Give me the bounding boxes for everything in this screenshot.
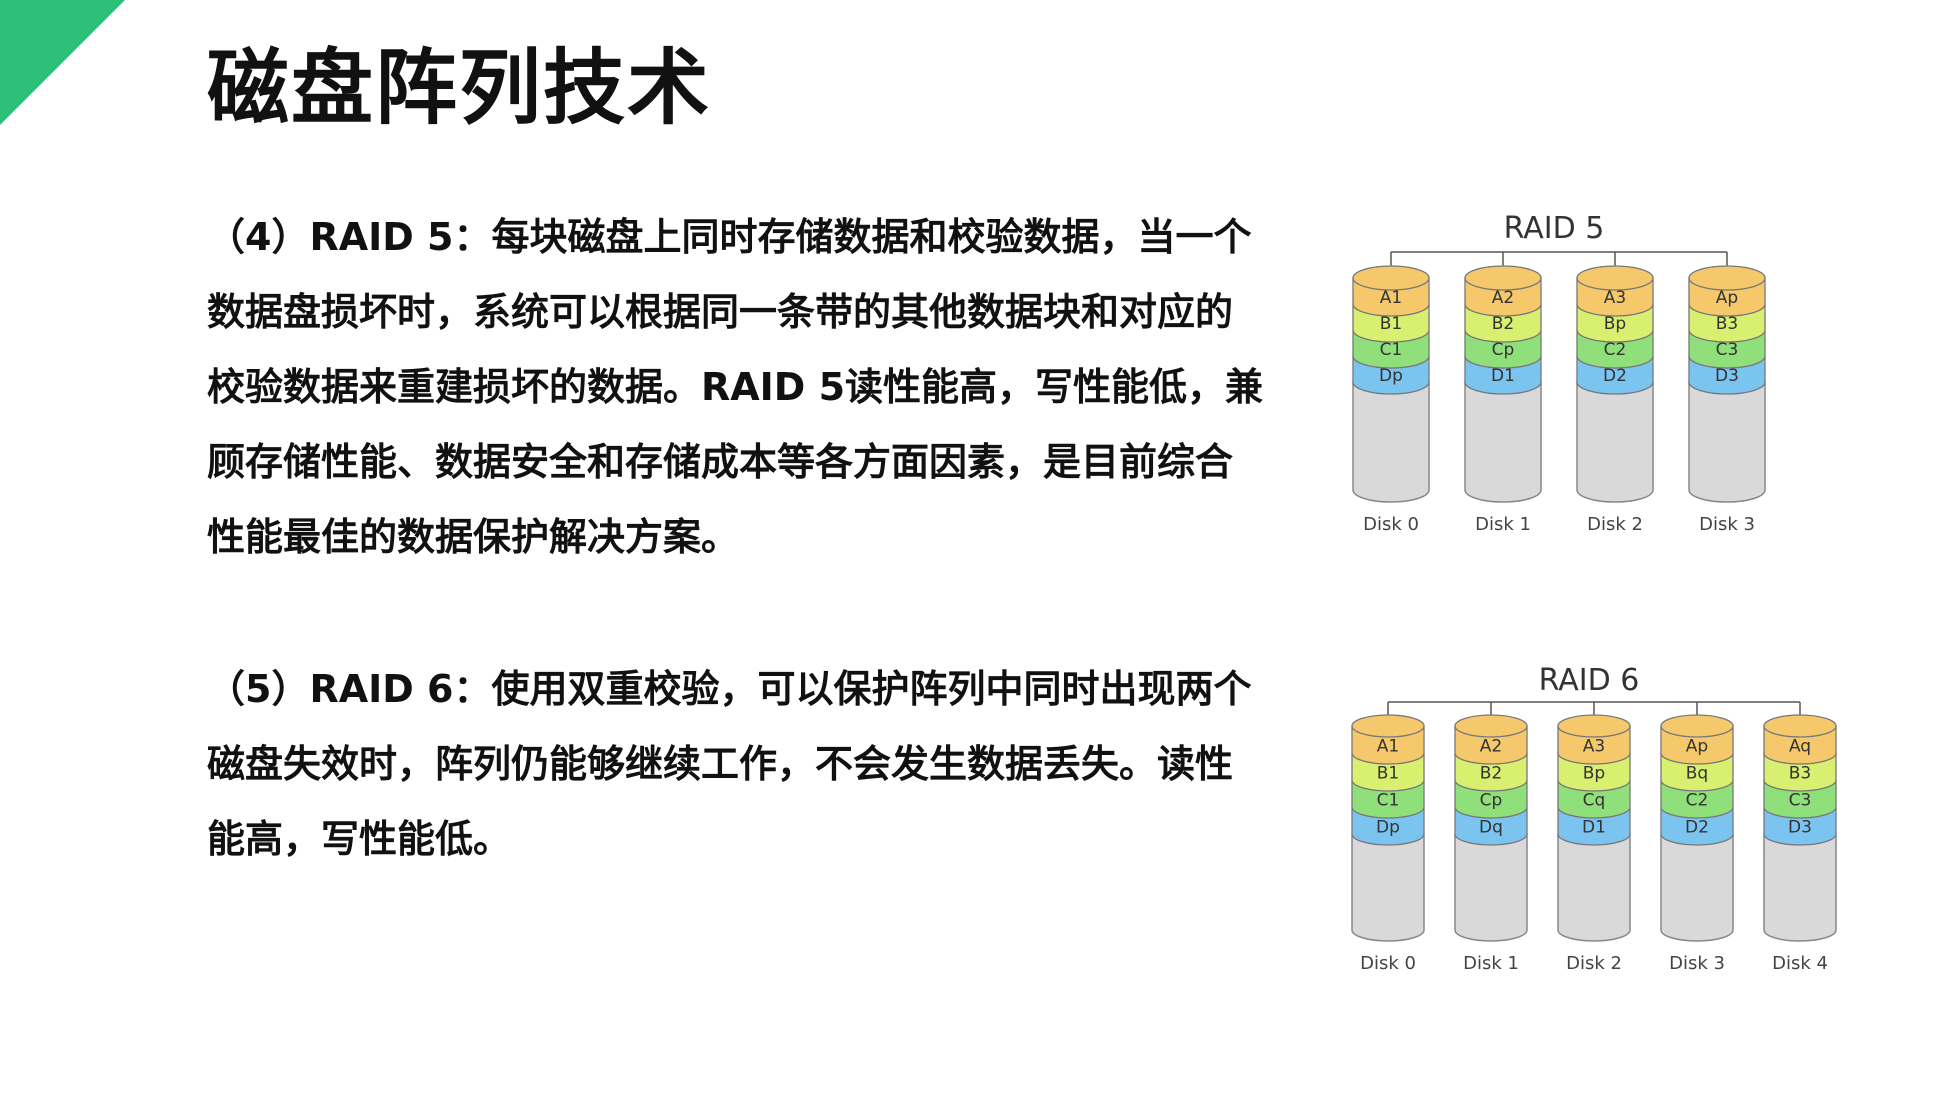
- disk-top-cap: [1576, 265, 1654, 291]
- disk-label: Disk 2: [1566, 953, 1622, 974]
- disk-label: Disk 1: [1475, 514, 1531, 535]
- disk-top-cap: [1351, 714, 1425, 738]
- block-label: A3: [1604, 288, 1626, 308]
- raid5-diagram: RAID 5 Dp C1 B1 A1 Disk 0 D1 Cp B2 A2 Disk 1 D2 C2 Bp…: [1352, 211, 1766, 535]
- block-label: D3: [1788, 818, 1812, 838]
- disk-body: [1464, 381, 1542, 503]
- block-label: A2: [1480, 737, 1502, 757]
- block-label: B1: [1380, 314, 1402, 334]
- block-label: A2: [1492, 288, 1514, 308]
- block-label: C3: [1716, 340, 1739, 360]
- block-label: Cp: [1480, 791, 1503, 811]
- block-label: Bp: [1583, 764, 1605, 784]
- raid6-disk-4: D3 C3 B3 Aq Disk 4: [1763, 702, 1837, 974]
- disk-top-cap: [1763, 714, 1837, 738]
- raid5-description: （4）RAID 5：每块磁盘上同时存储数据和校验数据，当一个数据盘损坏时，系统可…: [207, 215, 1264, 559]
- disk-top-cap: [1352, 265, 1430, 291]
- disk-label: Disk 4: [1772, 953, 1828, 974]
- block-label: C1: [1377, 791, 1400, 811]
- disk-label: Disk 3: [1669, 953, 1725, 974]
- raid6-disk-3: D2 C2 Bq Ap Disk 3: [1660, 702, 1734, 974]
- block-label: A1: [1380, 288, 1402, 308]
- disk-body: [1688, 381, 1766, 503]
- disk-body: [1351, 833, 1425, 942]
- disk-top-cap: [1557, 714, 1631, 738]
- raid6-disk-0: Dp C1 B1 A1 Disk 0: [1351, 702, 1425, 974]
- raid5-disk-1: D1 Cp B2 A2 Disk 1: [1464, 252, 1542, 535]
- block-label: B3: [1789, 764, 1811, 784]
- raid5-disk-3: D3 C3 B3 Ap Disk 3: [1688, 252, 1766, 535]
- corner-accent: [0, 0, 125, 125]
- block-label: Aq: [1789, 737, 1811, 757]
- raid6-description: （5）RAID 6：使用双重校验，可以保护阵列中同时出现两个磁盘失效时，阵列仍能…: [207, 667, 1252, 861]
- raid6-diagram: RAID 6 Dp C1 B1 A1 Disk 0 Dq Cp B2 A2 Disk 1 D1 Cq Bp…: [1351, 663, 1837, 974]
- block-label: C2: [1604, 340, 1627, 360]
- disk-label: Disk 2: [1587, 514, 1643, 535]
- block-label: Cq: [1583, 791, 1606, 811]
- block-label: D2: [1685, 818, 1709, 838]
- raid6-title: RAID 6: [1539, 663, 1640, 698]
- block-label: D1: [1582, 818, 1606, 838]
- disk-label: Disk 0: [1360, 953, 1416, 974]
- raid6-disk-1: Dq Cp B2 A2 Disk 1: [1454, 702, 1528, 974]
- disk-body: [1557, 833, 1631, 942]
- disk-body: [1763, 833, 1837, 942]
- block-label: Ap: [1686, 737, 1708, 757]
- corner-accent-triangle: [0, 0, 125, 125]
- block-label: C1: [1380, 340, 1403, 360]
- block-label: Bq: [1686, 764, 1708, 784]
- block-label: B2: [1480, 764, 1502, 784]
- disk-top-cap: [1660, 714, 1734, 738]
- disk-body: [1454, 833, 1528, 942]
- block-label: Dq: [1479, 818, 1503, 838]
- disk-top-cap: [1464, 265, 1542, 291]
- raid5-title: RAID 5: [1504, 211, 1605, 246]
- block-label: C2: [1686, 791, 1709, 811]
- block-label: Bp: [1604, 314, 1626, 334]
- raid5-disk-0: Dp C1 B1 A1 Disk 0: [1352, 252, 1430, 535]
- block-label: Dp: [1379, 366, 1403, 386]
- block-label: A3: [1583, 737, 1605, 757]
- block-label: B2: [1492, 314, 1514, 334]
- slide-title: 磁盘阵列技术: [207, 41, 712, 136]
- raid5-disk-2: D2 C2 Bp A3 Disk 2: [1576, 252, 1654, 535]
- disk-body: [1576, 381, 1654, 503]
- raid6-disk-2: D1 Cq Bp A3 Disk 2: [1557, 702, 1631, 974]
- disk-body: [1660, 833, 1734, 942]
- block-label: B3: [1716, 314, 1738, 334]
- block-label: D2: [1603, 366, 1627, 386]
- disk-top-cap: [1688, 265, 1766, 291]
- disk-label: Disk 0: [1363, 514, 1419, 535]
- block-label: Dp: [1376, 818, 1400, 838]
- block-label: Cp: [1492, 340, 1515, 360]
- block-label: A1: [1377, 737, 1399, 757]
- block-label: D1: [1491, 366, 1515, 386]
- block-label: C3: [1789, 791, 1812, 811]
- disk-label: Disk 3: [1699, 514, 1755, 535]
- block-label: Ap: [1716, 288, 1738, 308]
- disk-top-cap: [1454, 714, 1528, 738]
- disk-body: [1352, 381, 1430, 503]
- block-label: D3: [1715, 366, 1739, 386]
- disk-label: Disk 1: [1463, 953, 1519, 974]
- block-label: B1: [1377, 764, 1399, 784]
